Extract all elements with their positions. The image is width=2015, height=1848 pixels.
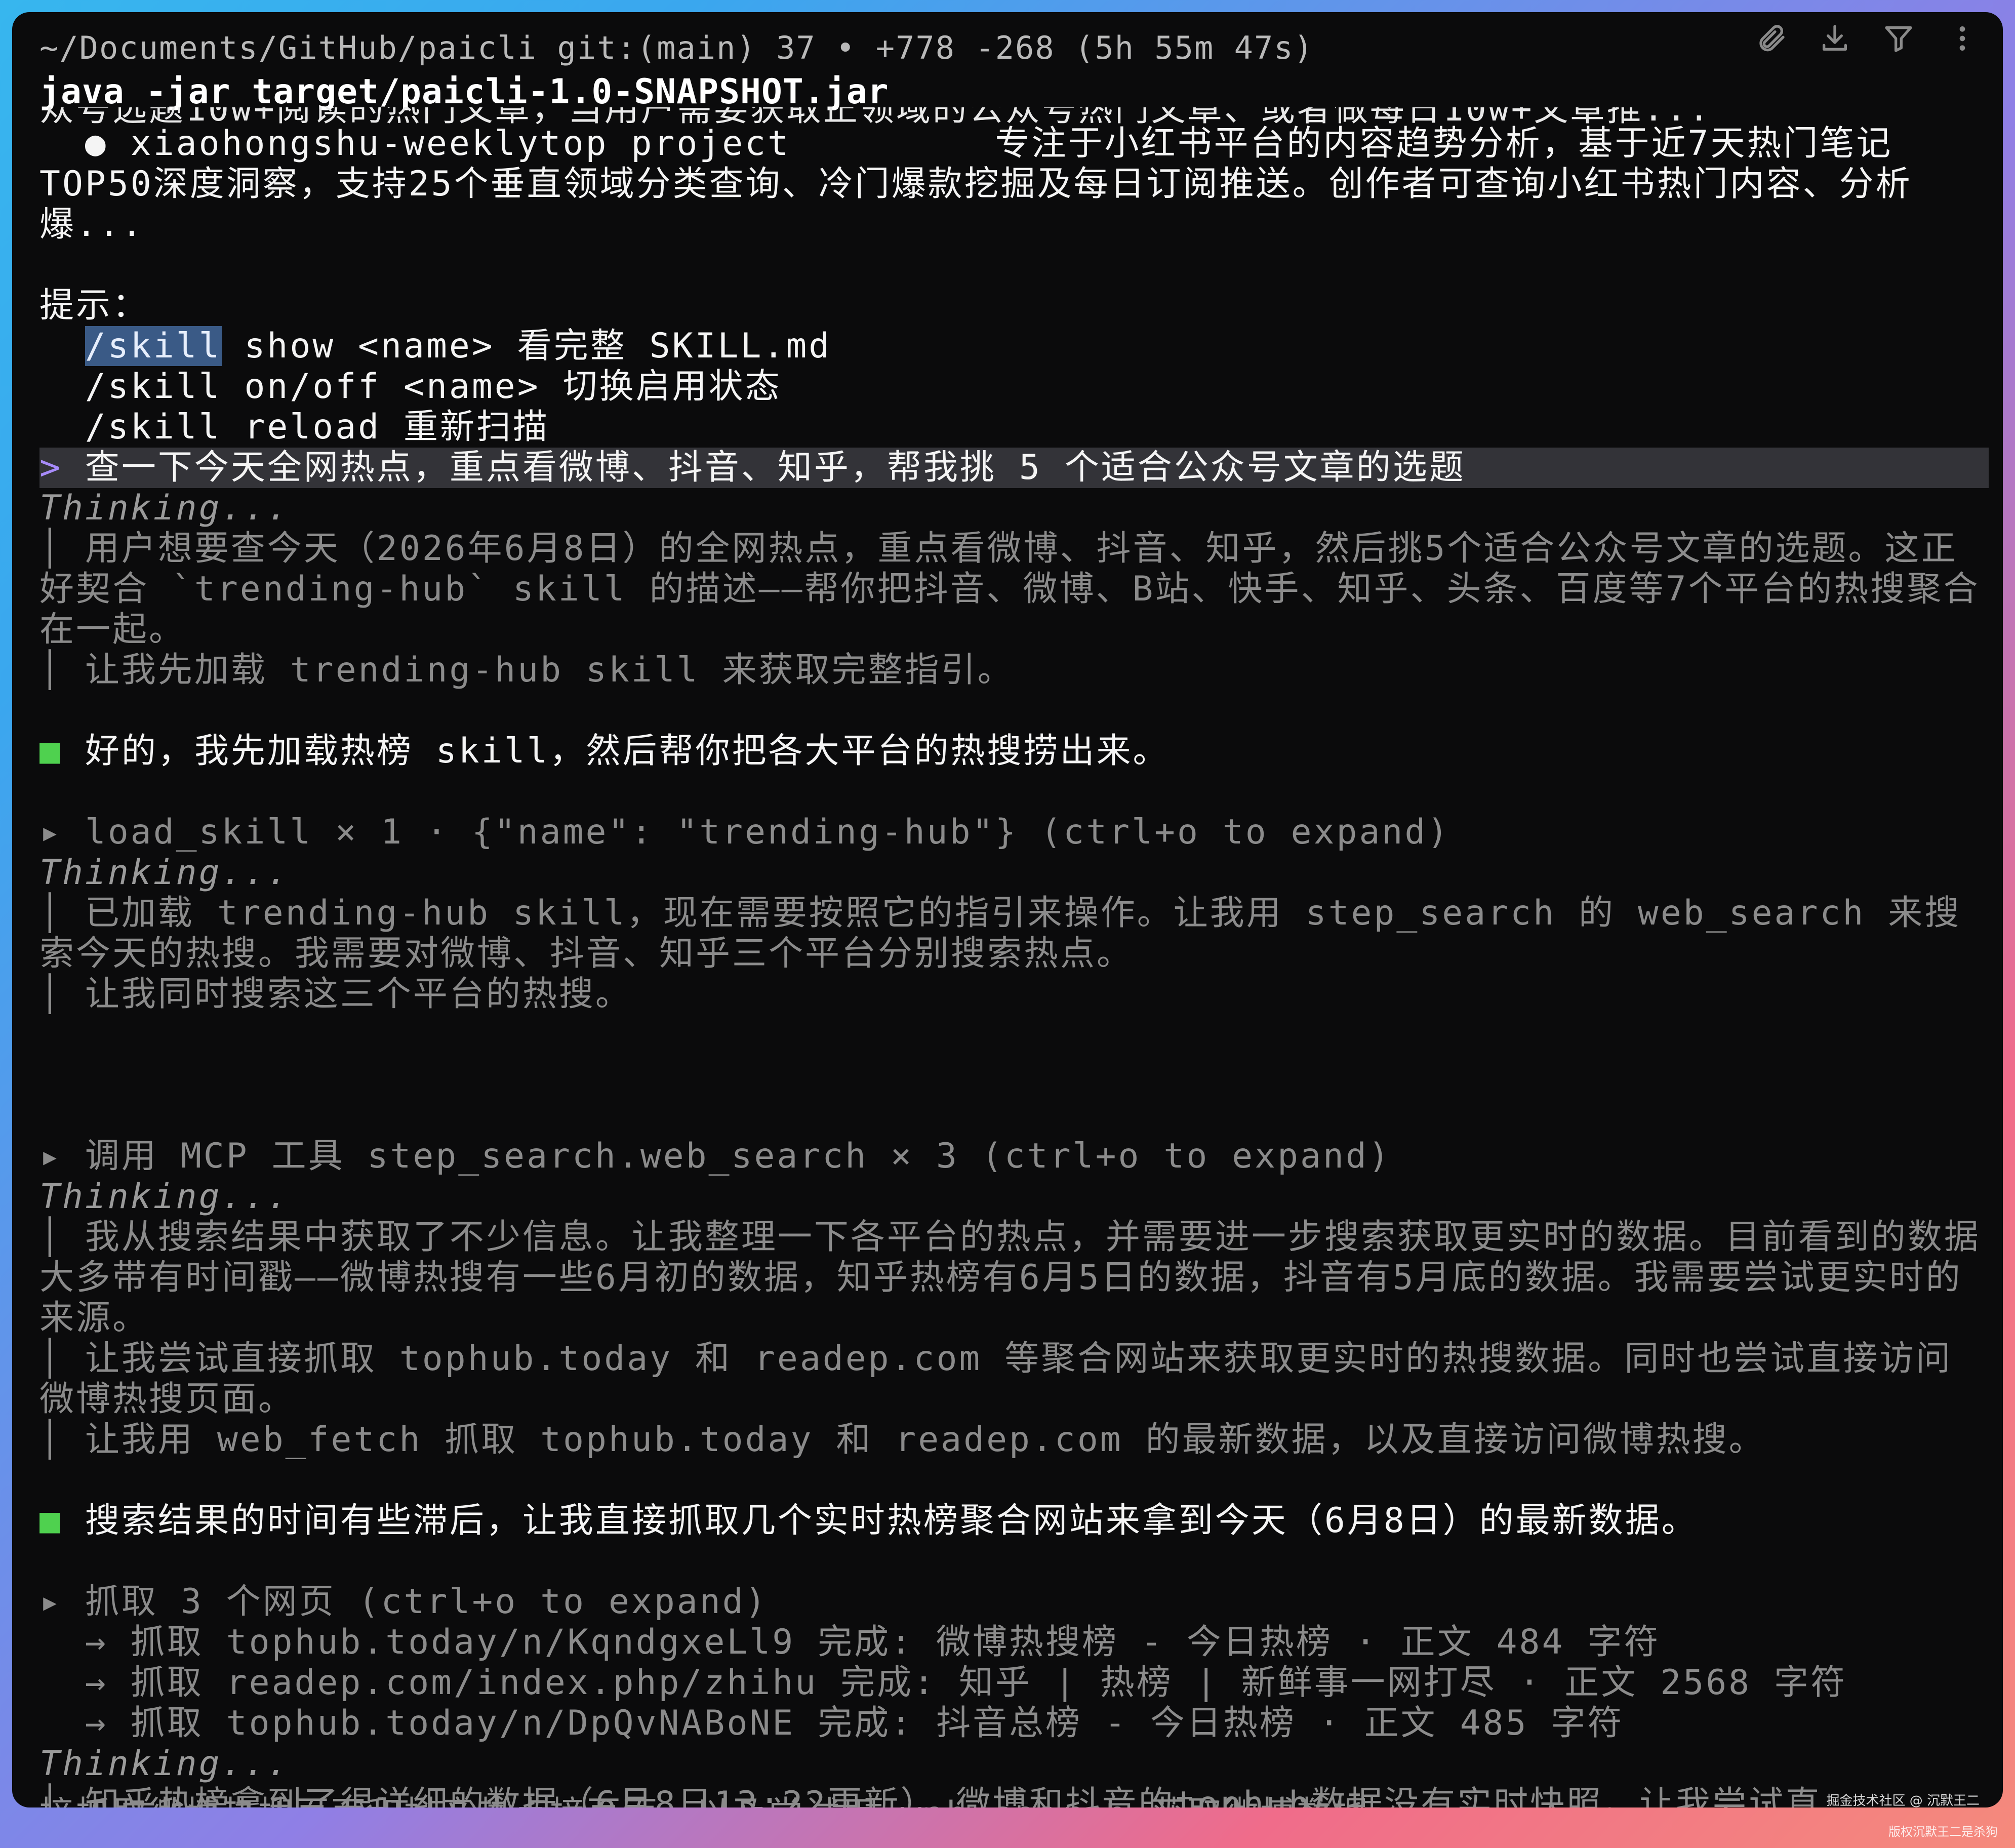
prompt-text: 查一下今天全网热点，重点看微博、抖音、知乎，帮我挑 5 个适合公众号文章的选题 [85, 448, 1466, 488]
watermark-line1: 掘金技术社区 @ 沉默王二 [1826, 1793, 1980, 1809]
terminal-output: ● xiaohongshu-weeklytop project 专注于小红书平台… [39, 124, 1989, 1807]
hint-text: show <name> 看完整 SKILL.md [221, 326, 832, 366]
thinking-label: Thinking... [39, 488, 1989, 529]
dim-output-line: │ 让我同时搜索这三个平台的热搜。 [39, 974, 1989, 1015]
output-text: /skill on/off <name> 切换启用状态 [39, 367, 782, 407]
output-line: /skill on/off <name> 切换启用状态 [39, 367, 1989, 407]
dim-output-line: ▸ load_skill × 1 · {"name": "trending-hu… [39, 812, 1989, 853]
clipped-bottom-line: 接抓取微博热搜页面和抖音热点榜页面，以及尝试用 web_search 获取微博数… [39, 1794, 1989, 1807]
dim-text: │ 让我用 web_fetch 抓取 tophub.today 和 readep… [39, 1420, 1765, 1460]
download-icon[interactable] [1819, 22, 1851, 55]
dim-text: → 抓取 readep.com/index.php/zhihu 完成: 知乎 |… [39, 1663, 1847, 1703]
selected-text: /skill [85, 326, 222, 366]
output-text: /skill reload 重新扫描 [39, 407, 550, 447]
dim-output-line: │ 让我先加载 trending-hub skill 来获取完整指引。 [39, 650, 1989, 691]
dim-output-line: │ 我从搜索结果中获取了不少信息。让我整理一下各平台的热点，并需要进一步搜索获取… [39, 1217, 1989, 1339]
prompt-chevron-icon: > [39, 448, 85, 488]
dim-output-line: │ 让我用 web_fetch 抓取 tophub.today 和 readep… [39, 1420, 1989, 1460]
dim-text: │ 用户想要查今天（2026年6月8日）的全网热点，重点看微博、抖音、知乎，然后… [39, 529, 1980, 650]
green-square-icon: ■ [39, 1501, 85, 1541]
hint-line: /skill show <name> 看完整 SKILL.md [39, 326, 1989, 367]
dim-text: ▸ load_skill × 1 · {"name": "trending-hu… [39, 812, 1450, 852]
thinking-text: Thinking... [39, 488, 290, 528]
thinking-text: Thinking... [39, 1744, 290, 1784]
output-text: ● xiaohongshu-weeklytop project 专注于小红书平台… [39, 124, 1912, 245]
dim-output-line: → 抓取 tophub.today/n/KqndgxeLl9 完成: 微博热搜榜… [39, 1622, 1989, 1663]
paperclip-icon[interactable] [1755, 22, 1787, 55]
dim-text: │ 让我尝试直接抓取 tophub.today 和 readep.com 等聚合… [39, 1339, 1953, 1419]
terminal-window: ~/Documents/GitHub/paicli git:(main) 37 … [12, 12, 2003, 1807]
assistant-text: 好的，我先加载热榜 skill，然后帮你把各大平台的热搜捞出来。 [85, 731, 1170, 771]
dim-output-line: │ 已加载 trending-hub skill，现在需要按照它的指引来操作。让… [39, 893, 1989, 974]
filter-icon[interactable] [1882, 22, 1915, 55]
assistant-message-line: ■ 好的，我先加载热榜 skill，然后帮你把各大平台的热搜捞出来。 [39, 731, 1989, 772]
thinking-text: Thinking... [39, 853, 290, 893]
more-vertical-icon[interactable] [1946, 22, 1979, 55]
watermark-line2: 版权沉默王二是杀狗 [1888, 1825, 1998, 1839]
dim-output-line: │ 用户想要查今天（2026年6月8日）的全网热点，重点看微博、抖音、知乎，然后… [39, 529, 1989, 650]
dim-text: ▸ 抓取 3 个网页 (ctrl+o to expand) [39, 1582, 768, 1622]
output-text: 提示： [39, 286, 149, 326]
thinking-label: Thinking... [39, 1177, 1989, 1217]
output-line: 提示： [39, 286, 1989, 326]
dim-text: ▸ 调用 MCP 工具 step_search.web_search × 3 (… [39, 1136, 1391, 1176]
terminal-toolbar [1755, 22, 1979, 55]
assistant-text: 搜索结果的时间有些滞后，让我直接抓取几个实时热榜聚合网站来拿到今天（6月8日）的… [85, 1501, 1698, 1541]
output-line: /skill reload 重新扫描 [39, 407, 1989, 448]
green-square-icon: ■ [39, 731, 85, 771]
dim-text: │ 已加载 trending-hub skill，现在需要按照它的指引来操作。让… [39, 893, 1961, 974]
assistant-message-line: ■ 搜索结果的时间有些滞后，让我直接抓取几个实时热榜聚合网站来拿到今天（6月8日… [39, 1501, 1989, 1541]
dim-text: │ 让我先加载 trending-hub skill 来获取完整指引。 [39, 650, 1014, 690]
dim-output-line: ▸ 抓取 3 个网页 (ctrl+o to expand) [39, 1582, 1989, 1622]
dim-text: │ 我从搜索结果中获取了不少信息。让我整理一下各平台的热点，并需要进一步搜索获取… [39, 1217, 1981, 1338]
dim-text: │ 让我同时搜索这三个平台的热搜。 [39, 974, 632, 1014]
dim-text: → 抓取 tophub.today/n/KqndgxeLl9 完成: 微博热搜榜… [39, 1622, 1661, 1662]
output-line: ● xiaohongshu-weeklytop project 专注于小红书平台… [39, 124, 1989, 245]
dim-output-line: ▸ 调用 MCP 工具 step_search.web_search × 3 (… [39, 1136, 1989, 1177]
dim-output-line: │ 让我尝试直接抓取 tophub.today 和 readep.com 等聚合… [39, 1339, 1989, 1420]
dim-output-line: → 抓取 tophub.today/n/DpQvNABoNE 完成: 抖音总榜 … [39, 1703, 1989, 1744]
user-prompt-line: > 查一下今天全网热点，重点看微博、抖音、知乎，帮我挑 5 个适合公众号文章的选… [39, 448, 1989, 488]
cwd-status-line: ~/Documents/GitHub/paicli git:(main) 37 … [39, 29, 1314, 66]
command-line: java -jar target/paicli-1.0-SNAPSHOT.jar [39, 72, 889, 112]
thinking-text: Thinking... [39, 1177, 290, 1217]
thinking-label: Thinking... [39, 853, 1989, 893]
dim-text: → 抓取 tophub.today/n/DpQvNABoNE 完成: 抖音总榜 … [39, 1703, 1624, 1743]
dim-output-line: → 抓取 readep.com/index.php/zhihu 完成: 知乎 |… [39, 1663, 1989, 1703]
thinking-label: Thinking... [39, 1744, 1989, 1784]
